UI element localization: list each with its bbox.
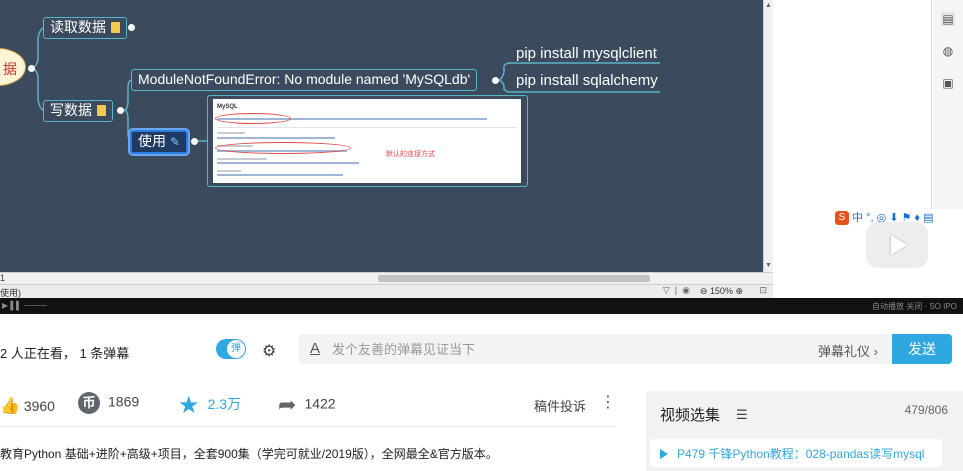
node-read-data-label: 读取数据 [50,19,106,35]
viewer-count: 2 人正在看， 1 条弹幕 [0,346,130,361]
node-read-data-dot[interactable] [128,24,135,31]
doc-annotation: 默认的连接方式 [386,151,435,158]
scroll-up-icon[interactable]: ▲ [765,2,772,9]
video-player[interactable]: 据 读取数据 写数据 ModuleNotFoundError: No modul… [0,0,963,314]
note-icon [97,105,106,116]
zoom-level[interactable]: ⊖ 150% ⊕ [700,286,743,297]
playlist-progress: 479/806 [904,403,948,417]
doc-line [217,174,343,176]
doc-title: MySQL [217,104,238,110]
danmaku-toggle-knob: 弹 [227,340,245,358]
root-collapse-dot[interactable] [28,65,35,72]
doc-divider [217,127,517,128]
leaf-mysqlclient[interactable]: pip install mysqlclient [516,45,657,62]
share-button[interactable]: ➦ 1422 [278,392,336,418]
notes-icon[interactable]: ▤ [941,12,955,26]
player-controls[interactable]: ▶ ▌▌ ──── 自动播放 关闭 · SO IPO [0,298,963,314]
side-toolbar: ▤ ◍ ▣ [933,0,963,212]
coin-icon: 币 [78,392,100,414]
playing-icon [660,449,668,459]
zoom-value: 150% [709,286,733,296]
favorite-count: 2.3万 [207,396,241,413]
send-button[interactable]: 发送 [892,334,952,364]
scroll-thumb[interactable] [378,275,650,282]
playlist-item-current[interactable]: P479 千锋Python教程：028-pandas读写mysql [650,439,942,467]
node-use[interactable]: 使用 ✎ [130,130,189,154]
star-icon: ★ [178,392,200,419]
panel-divider [931,0,932,212]
coin-button[interactable]: 币 1869 [78,392,139,414]
danmaku-toggle[interactable]: 弹 [216,339,246,359]
view-icons[interactable]: ▽|◉ [663,285,695,296]
play-overlay-button[interactable] [866,222,928,268]
favorite-button[interactable]: ★ 2.3万 [178,391,241,420]
fit-screen-icon[interactable]: ⊡ [759,285,767,296]
doc-screenshot: MySQL 默认的连接方式 [213,99,521,183]
controls-right[interactable]: 自动播放 关闭 · SO IPO [872,301,957,312]
doc-highlight-ellipse [215,142,351,154]
node-error[interactable]: ModuleNotFoundError: No module named 'My… [131,69,478,91]
vertical-scrollbar[interactable]: ▲ ▼ [763,0,773,272]
node-write-data[interactable]: 写数据 [43,100,113,122]
playlist-title: 视频选集 [660,407,721,424]
list-view-icon[interactable]: ☰ [736,407,748,423]
video-toolbar: 👍 3960 币 1869 ★ 2.3万 ➦ 1422 稿件投诉 ⋮ [0,383,630,427]
like-button[interactable]: 👍 3960 [0,396,55,416]
doc-line [217,162,359,164]
node-write-data-label: 写数据 [50,102,92,118]
controls-left[interactable]: ▶ ▌▌ ──── [2,301,47,310]
node-error-dot[interactable] [492,77,499,84]
node-image-attachment[interactable]: MySQL 默认的连接方式 [207,95,528,187]
node-read-data[interactable]: 读取数据 [43,17,127,39]
sheet-label: 1 [0,273,6,283]
share-icon: ➦ [278,392,297,417]
report-link[interactable]: 稿件投诉 [534,396,586,415]
page: 据 读取数据 写数据 ModuleNotFoundError: No modul… [0,0,963,471]
share-count: 1422 [304,395,336,412]
node-use-label: 使用 [138,133,166,149]
more-menu-icon[interactable]: ⋮ [600,392,616,412]
ime-lang-label[interactable]: 中 [852,212,863,224]
mindmap-canvas[interactable]: 据 读取数据 写数据 ModuleNotFoundError: No modul… [0,0,763,272]
danmaku-settings-icon[interactable]: ⚙ [262,341,276,361]
node-error-label: ModuleNotFoundError: No module named 'My… [138,71,471,87]
playlist-item-label: P479 千锋Python教程：028-pandas读写mysql [677,447,925,461]
like-count: 3960 [23,398,55,414]
comment-icon[interactable]: ◍ [941,44,955,58]
root-node-label: 据 [3,61,17,77]
danmaku-input-box[interactable]: A 弹幕礼仪 › [298,334,892,364]
danmaku-input[interactable] [332,339,772,359]
coin-count: 1869 [108,393,140,410]
leaf-sqlalchemy[interactable]: pip install sqlalchemy [516,72,658,89]
doc-highlight-ellipse [215,113,291,124]
play-icon [891,235,907,255]
doc-line [217,137,335,139]
text-style-icon[interactable]: A [310,340,320,357]
doc-line [217,158,267,160]
scroll-down-icon[interactable]: ▼ [765,262,772,269]
horizontal-scrollbar[interactable]: 1 [0,272,773,284]
note-icon [111,22,120,33]
like-icon: 👍 [0,398,20,415]
sogou-logo-icon: S [835,211,849,226]
video-description: 教育Python 基础+进阶+高级+项目，全套900集（学完可就业/2019版）… [0,447,498,461]
editor-status-bar: 使用) ▽|◉ ⊖ 150% ⊕ ⊡ [0,284,773,298]
danmaku-etiquette-link[interactable]: 弹幕礼仪 › [818,341,878,360]
playlist-panel: 视频选集 ☰ 479/806 P479 千锋Python教程：028-panda… [646,391,963,471]
doc-line [217,170,241,172]
node-use-dot[interactable] [191,138,198,145]
pencil-icon[interactable]: ✎ [170,133,180,152]
node-write-data-dot[interactable] [117,107,124,114]
doc-line [217,132,245,134]
task-icon[interactable]: ▣ [941,76,955,90]
danmaku-bar: 2 人正在看， 1 条弹幕 弹 ⚙ A 弹幕礼仪 › 发送 [0,325,963,373]
divider [0,426,615,427]
